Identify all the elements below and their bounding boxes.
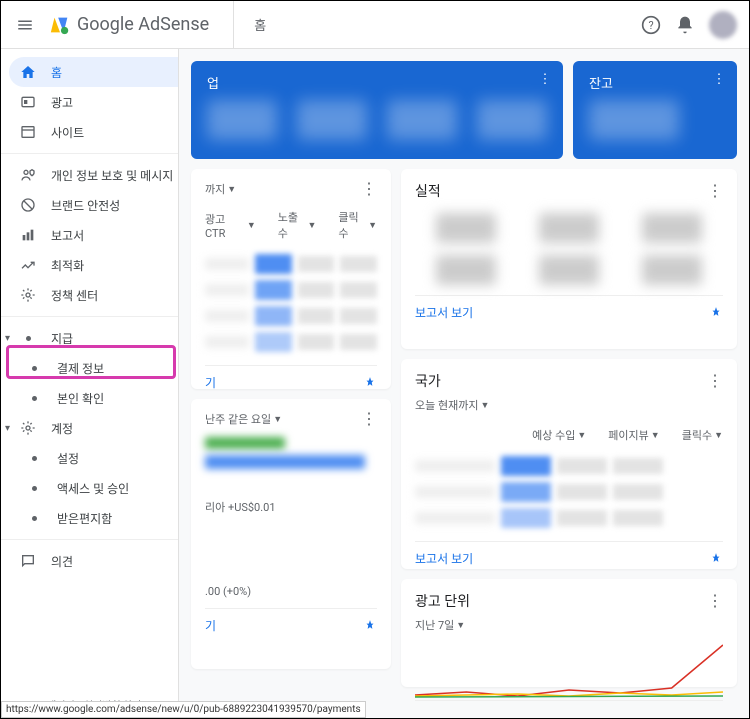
sidebar-item-optimize[interactable]: 최적화: [9, 250, 178, 280]
earnings-card: ⋮ 업: [191, 61, 563, 159]
view-link[interactable]: 기: [205, 617, 216, 634]
pin-icon[interactable]: [709, 306, 723, 320]
app-name: Google AdSense: [77, 14, 209, 35]
sidebar-item-feedback[interactable]: 의견: [9, 546, 178, 576]
card-menu-icon[interactable]: ⋮: [535, 69, 555, 89]
balance-card: ⋮ 잔고: [573, 61, 737, 159]
help-icon[interactable]: ?: [641, 15, 661, 35]
card-filter[interactable]: 까지 ▼: [205, 181, 236, 197]
menu-icon[interactable]: [13, 13, 37, 37]
sidebar-item-inbox[interactable]: 받은편지함: [9, 503, 178, 533]
view-report-link[interactable]: 보고서 보기: [415, 304, 473, 321]
sidebar-item-access[interactable]: 액세스 및 승인: [9, 473, 178, 503]
sidebar-item-brand-safety[interactable]: 브랜드 안전성: [9, 190, 178, 220]
sidebar-item-policy[interactable]: 정책 센터: [9, 280, 178, 310]
chevron-down-icon: ▾: [5, 423, 13, 434]
home-icon: [19, 63, 37, 81]
ad-icon: [19, 93, 37, 111]
status-bar-url: https://www.google.com/adsense/new/u/0/p…: [1, 701, 366, 718]
card-filter[interactable]: 지난 7일 ▼: [415, 617, 723, 633]
results-card: 실적 ⋮ 보고서 보기: [401, 169, 737, 349]
main-content: ⋮ 업 ⋮ 잔고 까지 ▼ ⋮ 광고 CT: [179, 49, 749, 718]
sidebar-item-ads[interactable]: 광고: [9, 87, 178, 117]
optimize-icon: [19, 256, 37, 274]
sidebar: 홈 광고 사이트 개인 정보 보호 및 메시지 브랜드 안전성 보고서 최적화: [1, 49, 179, 718]
app-logo[interactable]: Google AdSense: [49, 14, 209, 36]
column-header[interactable]: 클릭수 ▼: [338, 209, 377, 241]
pin-icon[interactable]: [363, 376, 377, 390]
sidebar-item-payment-info[interactable]: 결제 정보: [9, 353, 178, 383]
column-header[interactable]: 클릭수 ▼: [682, 427, 723, 443]
pin-icon[interactable]: [709, 552, 723, 566]
card-menu-icon[interactable]: ⋮: [707, 373, 723, 389]
card-menu-icon[interactable]: ⋮: [709, 69, 729, 89]
card-filter[interactable]: 난주 같은 요일 ▼: [205, 411, 282, 427]
sidebar-item-verify-identity[interactable]: 본인 확인: [9, 383, 178, 413]
pin-icon[interactable]: [363, 619, 377, 633]
ad-unit-card: 광고 단위 ⋮ 지난 7일 ▼: [401, 579, 737, 687]
sidebar-item-sites[interactable]: 사이트: [9, 117, 178, 147]
block-icon: [19, 196, 37, 214]
column-header[interactable]: 광고 CTR ▼: [205, 209, 256, 241]
column-header[interactable]: 페이지뷰 ▼: [608, 427, 659, 443]
gear-icon: [19, 286, 37, 304]
sidebar-item-payments[interactable]: ▾ 지급: [9, 323, 178, 353]
column-header[interactable]: 노출수 ▼: [278, 209, 317, 241]
notification-icon[interactable]: [675, 15, 695, 35]
countries-card: 국가 ⋮ 오늘 현재까지 ▼ 예상 수입 ▼ 페이지뷰 ▼ 클릭수 ▼: [401, 359, 737, 569]
view-report-link[interactable]: 보고서 보기: [415, 550, 473, 567]
sidebar-item-home[interactable]: 홈: [9, 57, 178, 87]
performance-table-card: 까지 ▼ ⋮ 광고 CTR ▼ 노출수 ▼ 클릭수 ▼: [191, 169, 391, 389]
feedback-icon: [19, 552, 37, 570]
view-report-link[interactable]: 기: [205, 374, 216, 391]
header-tab-home[interactable]: 홈: [254, 15, 266, 34]
site-icon: [19, 123, 37, 141]
user-avatar[interactable]: [709, 11, 737, 39]
svg-text:?: ?: [648, 19, 653, 32]
card-menu-icon[interactable]: ⋮: [361, 181, 377, 197]
sidebar-item-settings[interactable]: 설정: [9, 443, 178, 473]
gear-icon: [19, 419, 37, 437]
sidebar-item-reports[interactable]: 보고서: [9, 220, 178, 250]
mid-card: 난주 같은 요일 ▼ ⋮ 리아 +US$0.01 .00 (+0%) 기: [191, 399, 391, 669]
sidebar-item-privacy[interactable]: 개인 정보 보호 및 메시지: [9, 160, 178, 190]
card-menu-icon[interactable]: ⋮: [707, 593, 723, 609]
column-header[interactable]: 예상 수입 ▼: [532, 427, 586, 443]
sidebar-item-account[interactable]: ▾ 계정: [9, 413, 178, 443]
card-menu-icon[interactable]: ⋮: [361, 411, 377, 427]
card-filter[interactable]: 오늘 현재까지 ▼: [415, 397, 723, 413]
card-menu-icon[interactable]: ⋮: [707, 183, 723, 199]
privacy-icon: [19, 166, 37, 184]
chevron-down-icon: ▾: [5, 333, 13, 344]
report-icon: [19, 226, 37, 244]
